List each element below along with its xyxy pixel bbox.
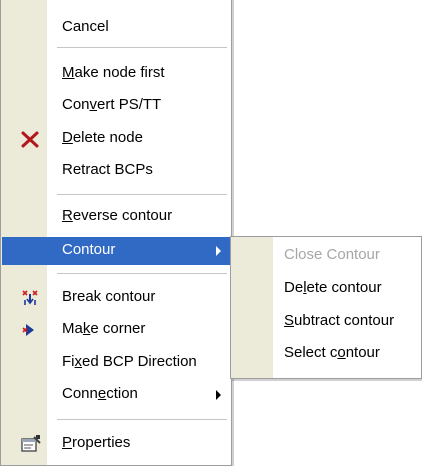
menu-item-make-node-first[interactable]: Make node first: [2, 60, 230, 88]
menu-item-label: Break contour: [62, 288, 156, 305]
menu-item-retract-bcps[interactable]: Retract BCPs: [2, 157, 230, 185]
make-corner-icon: [20, 320, 40, 340]
menu-item-break-contour[interactable]: Break contour: [2, 284, 230, 312]
submenu-item-subtract-contour[interactable]: Subtract contour: [232, 308, 420, 336]
submenu-arrow-icon: [216, 246, 221, 256]
menu-separator: [57, 419, 227, 420]
contour-submenu: Close Contour Delete contour Subtract co…: [230, 236, 422, 379]
properties-icon: [20, 434, 41, 454]
menu-item-label: Close Contour: [284, 246, 380, 263]
menu-item-contour[interactable]: Contour: [2, 237, 230, 265]
menu-item-make-corner[interactable]: Make corner: [2, 316, 230, 344]
menu-item-label: Select contour: [284, 344, 380, 361]
break-contour-icon: [20, 288, 40, 308]
submenu-item-close-contour: Close Contour: [232, 242, 420, 270]
menu-item-label: Reverse contour: [62, 207, 173, 224]
menu-item-label: Connection: [62, 385, 138, 402]
menu-item-label: Make node first: [62, 64, 165, 81]
menu-item-delete-node[interactable]: Delete node: [2, 125, 230, 153]
menu-item-label: Retract BCPs: [62, 161, 153, 178]
menu-item-properties[interactable]: Properties: [2, 430, 230, 458]
menu-separator: [57, 273, 227, 274]
menu-item-label: Subtract contour: [284, 312, 395, 329]
menu-item-label: Make corner: [62, 320, 146, 337]
menu-item-label: Convert PS/TT: [62, 96, 162, 113]
submenu-arrow-icon: [216, 390, 221, 400]
submenu-item-select-contour[interactable]: Select contour: [232, 340, 420, 368]
menu-item-cancel[interactable]: Cancel: [2, 14, 230, 42]
menu-item-label: Delete node: [62, 129, 143, 146]
menu-item-convert-ps-tt[interactable]: Convert PS/TT: [2, 92, 230, 120]
menu-separator: [57, 47, 227, 48]
context-menu: Cancel Make node first Convert PS/TT Del…: [0, 0, 232, 466]
submenu-item-delete-contour[interactable]: Delete contour: [232, 275, 420, 303]
delete-x-icon: [20, 129, 40, 149]
menu-separator: [57, 194, 227, 195]
menu-item-label: Delete contour: [284, 279, 382, 296]
menu-item-label: Cancel: [62, 18, 109, 35]
menu-item-reverse-contour[interactable]: Reverse contour: [2, 203, 230, 231]
menu-item-fixed-bcp-direction[interactable]: Fixed BCP Direction: [2, 349, 230, 377]
menu-item-label: Contour: [62, 241, 116, 258]
menu-item-label: Fixed BCP Direction: [62, 353, 197, 370]
menu-item-connection[interactable]: Connection: [2, 381, 230, 409]
menu-item-label: Properties: [62, 434, 131, 451]
